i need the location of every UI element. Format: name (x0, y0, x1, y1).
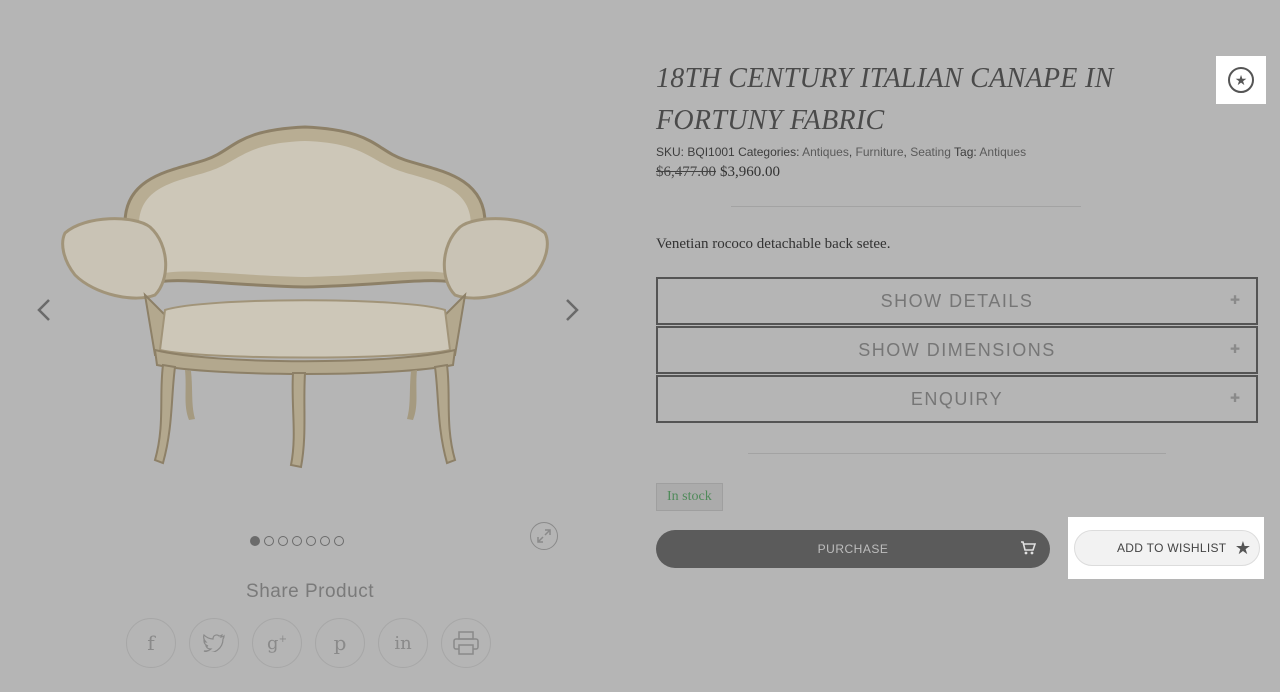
gallery-dot[interactable] (292, 536, 302, 546)
product-title: 18TH CENTURY ITALIAN CANAPE IN FORTUNY F… (656, 63, 1114, 136)
star-icon: ★ (1234, 538, 1251, 558)
product-price: $6,477.00 $3,960.00 (656, 164, 780, 181)
sale-price: $3,960.00 (720, 164, 780, 180)
divider (748, 453, 1166, 454)
share-buttons: f g+ p in (126, 618, 491, 668)
gallery-pagination (250, 536, 344, 546)
product-meta: SKU: BQI1001 Categories: Antiques, Furni… (656, 145, 1027, 159)
category-link[interactable]: Antiques (802, 145, 849, 159)
category-link[interactable]: Seating (910, 145, 951, 159)
category-link[interactable]: Furniture (856, 145, 904, 159)
purchase-button[interactable]: PURCHASE (656, 530, 1050, 568)
gallery-dot[interactable] (320, 536, 330, 546)
product-description: Venetian rococo detachable back setee. (656, 236, 891, 252)
gallery-dot[interactable] (278, 536, 288, 546)
share-facebook-button[interactable]: f (126, 618, 176, 668)
share-pinterest-button[interactable]: p (315, 618, 365, 668)
chevron-left-icon (37, 299, 50, 321)
next-image-button[interactable] (560, 296, 584, 324)
add-to-wishlist-button[interactable]: ADD TO WISHLIST ★ (1074, 530, 1260, 566)
share-title: Share Product (246, 581, 374, 602)
plus-icon: ✚ (1229, 293, 1240, 307)
star-circle-icon: ★ (1228, 67, 1254, 93)
chevron-right-icon (566, 299, 579, 321)
plus-icon: ✚ (1229, 391, 1240, 405)
plus-icon: ✚ (1229, 342, 1240, 356)
sku-value: BQI1001 (687, 145, 735, 159)
old-price: $6,477.00 (656, 164, 716, 180)
wishlist-highlight: ADD TO WISHLIST ★ (1068, 517, 1264, 579)
linkedin-icon: in (394, 632, 412, 654)
favorite-button[interactable]: ★ (1216, 56, 1266, 104)
tag-link[interactable]: Antiques (979, 145, 1026, 159)
gallery-dot[interactable] (334, 536, 344, 546)
print-icon (453, 631, 479, 655)
gallery-dot[interactable] (264, 536, 274, 546)
share-google-plus-button[interactable]: g+ (252, 618, 302, 668)
divider (731, 206, 1081, 207)
zoom-button[interactable] (530, 522, 558, 550)
enquiry-toggle[interactable]: ENQUIRY ✚ (656, 375, 1258, 423)
share-twitter-button[interactable] (189, 618, 239, 668)
show-dimensions-toggle[interactable]: SHOW DIMENSIONS ✚ (656, 326, 1258, 374)
facebook-icon: f (147, 631, 155, 655)
gallery-dot[interactable] (306, 536, 316, 546)
share-linkedin-button[interactable]: in (378, 618, 428, 668)
expand-icon (537, 529, 551, 543)
print-button[interactable] (441, 618, 491, 668)
cart-icon (1021, 541, 1036, 555)
product-gallery: Share Product f g+ p in (0, 0, 620, 692)
twitter-icon (203, 634, 225, 652)
product-image-canape (61, 125, 549, 469)
gallery-dot[interactable] (250, 536, 260, 546)
previous-image-button[interactable] (32, 296, 56, 324)
pinterest-icon: p (333, 631, 347, 655)
google-plus-icon: g+ (267, 632, 287, 654)
show-details-toggle[interactable]: SHOW DETAILS ✚ (656, 277, 1258, 325)
stock-status: In stock (656, 483, 723, 511)
